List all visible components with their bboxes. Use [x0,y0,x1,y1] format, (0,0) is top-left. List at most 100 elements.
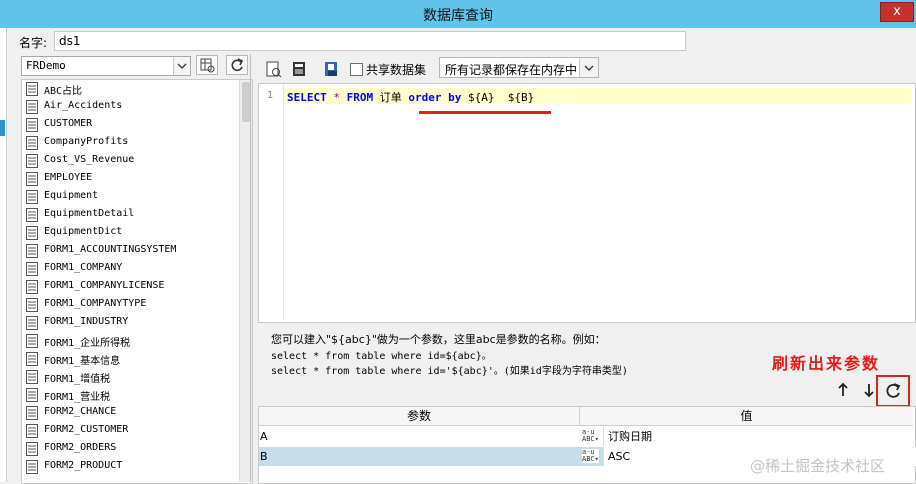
sql-keyword-from: FROM [346,91,374,104]
table-list-item[interactable]: FORM2_CHANCE [24,404,244,422]
table-icon [26,424,38,438]
database-icon[interactable] [322,60,340,78]
table-list-item[interactable]: EMPLOYEE [24,170,244,188]
table-name: FORM1_COMPANY [44,262,123,273]
preview-icon[interactable] [264,60,282,78]
name-label: 名字: [19,36,48,50]
table-name: FORM1_COMPANYTYPE [44,298,147,309]
table-icon [26,262,38,276]
refresh-icon [886,383,901,398]
table-name: FORM1_基本信息 [44,356,121,367]
table-icon [26,352,38,366]
table-name: FORM1_企业所得税 [44,338,131,349]
table-list[interactable]: ABC占比 Air_Accidents CUSTOMER CompanyProfits… [21,79,253,484]
close-button[interactable]: x [880,2,914,22]
datasource-select[interactable]: FRDemo [21,56,191,76]
table-icon [26,100,38,114]
table-name: FORM1_营业税 [44,392,111,403]
table-list-item[interactable]: FORM1_COMPANY [24,260,244,278]
table-list-item[interactable]: EquipmentDetail [24,206,244,224]
table-name: FORM2_ORDERS [44,442,117,453]
type-icon[interactable]: a-u ABC▾ [582,449,599,463]
refresh-icon [231,58,244,72]
table-list-item[interactable]: FORM1_企业所得税 [24,332,244,350]
line-number: 1 [267,90,274,101]
table-name: EMPLOYEE [44,172,93,183]
memory-mode-value: 所有记录都保存在内存中 [445,63,578,77]
table-list-item[interactable]: EquipmentDict [24,224,244,242]
share-dataset-checkbox[interactable] [350,63,363,76]
refresh-tables-button[interactable] [226,55,248,75]
table-icon [26,370,38,384]
table-name: ABC占比 [44,86,83,97]
table-list-item[interactable]: Equipment [24,188,244,206]
table-icon [26,136,38,150]
memory-mode-select[interactable]: 所有记录都保存在内存中 [439,57,599,78]
table-list-item[interactable]: FORM2_CUSTOMER [24,422,244,440]
table-list-item[interactable]: FORM1_营业税 [24,386,244,404]
table-icon [26,172,38,186]
table-icon [26,154,38,168]
table-name: FORM1_增值税 [44,374,111,385]
table-list-item[interactable]: CUSTOMER [24,116,244,134]
table-icon [26,298,38,312]
table-icon [26,280,38,294]
table-icon [26,118,38,132]
table-name: CUSTOMER [44,118,93,129]
table-icon [26,82,38,96]
table-name: CompanyProfits [44,136,129,147]
help-line-2: select * from table where id=${abc}。 [271,351,492,362]
table-list-item[interactable]: Air_Accidents [24,98,244,116]
sql-text[interactable]: SELECT * FROM 订单 order by ${A} ${B} [287,89,534,105]
table-list-item[interactable]: ABC占比 [24,80,244,98]
annotation-text: 刷新出来参数 [772,354,881,373]
datasource-value: FRDemo [26,59,66,72]
table-list-item[interactable]: FORM2_PRODUCT [24,458,244,476]
refresh-params-button[interactable] [876,375,910,407]
splitter[interactable] [250,54,251,482]
table-list-item[interactable]: FORM2_ORDERS [24,440,244,458]
table-name: Equipment [44,190,99,201]
table-icon [26,334,38,348]
table-icon [26,208,38,222]
table-icon [26,406,38,420]
sql-query-icon[interactable] [290,60,308,78]
table-name: FORM2_PRODUCT [44,460,123,471]
table-list-item[interactable]: FORM1_基本信息 [24,350,244,368]
share-dataset-label: 共享数据集 [366,63,427,77]
watermark-text: @稀土掘金技术社区 [750,457,886,475]
arrow-down-icon [864,384,874,398]
param-row[interactable]: A a-u ABC▾ 订购日期 [259,427,913,446]
table-list-item[interactable]: FORM1_COMPANYLICENSE [24,278,244,296]
chevron-down-icon[interactable] [173,57,190,75]
table-name: Air_Accidents [44,100,123,111]
table-name: FORM2_CUSTOMER [44,424,129,435]
type-icon[interactable]: a-u ABC▾ [582,429,599,443]
move-down-button[interactable] [862,382,876,402]
table-list-item[interactable]: CompanyProfits [24,134,244,152]
param-value[interactable]: 订购日期 [603,427,916,446]
chevron-down-icon[interactable] [579,58,598,77]
table-icon [26,226,38,240]
table-icon [26,460,38,474]
table-name: Cost_VS_Revenue [44,154,135,165]
table-list-item[interactable]: FORM1_INDUSTRY [24,314,244,332]
window-title: 数据库查询 [423,8,493,24]
sql-editor[interactable] [258,83,916,323]
table-name: FORM1_COMPANYLICENSE [44,280,165,291]
table-name: FORM1_ACCOUNTINGSYSTEM [44,244,177,255]
preview-table-button[interactable] [196,55,218,75]
table-icon [26,442,38,456]
title-bar: 数据库查询 [0,0,916,28]
param-name: A [260,430,268,443]
help-line-3: select * from table where id='${abc}'。(如… [271,366,628,377]
table-list-item[interactable]: FORM1_增值税 [24,368,244,386]
table-icon [26,190,38,204]
table-list-item[interactable]: Cost_VS_Revenue [24,152,244,170]
sql-keyword-orderby: order by [408,91,462,104]
table-list-item[interactable]: FORM1_COMPANYTYPE [24,296,244,314]
move-up-button[interactable] [836,382,850,402]
name-input[interactable]: ds1 [54,31,686,51]
table-list-item[interactable]: FORM1_ACCOUNTINGSYSTEM [24,242,244,260]
param-header-name: 参数 [259,407,580,426]
